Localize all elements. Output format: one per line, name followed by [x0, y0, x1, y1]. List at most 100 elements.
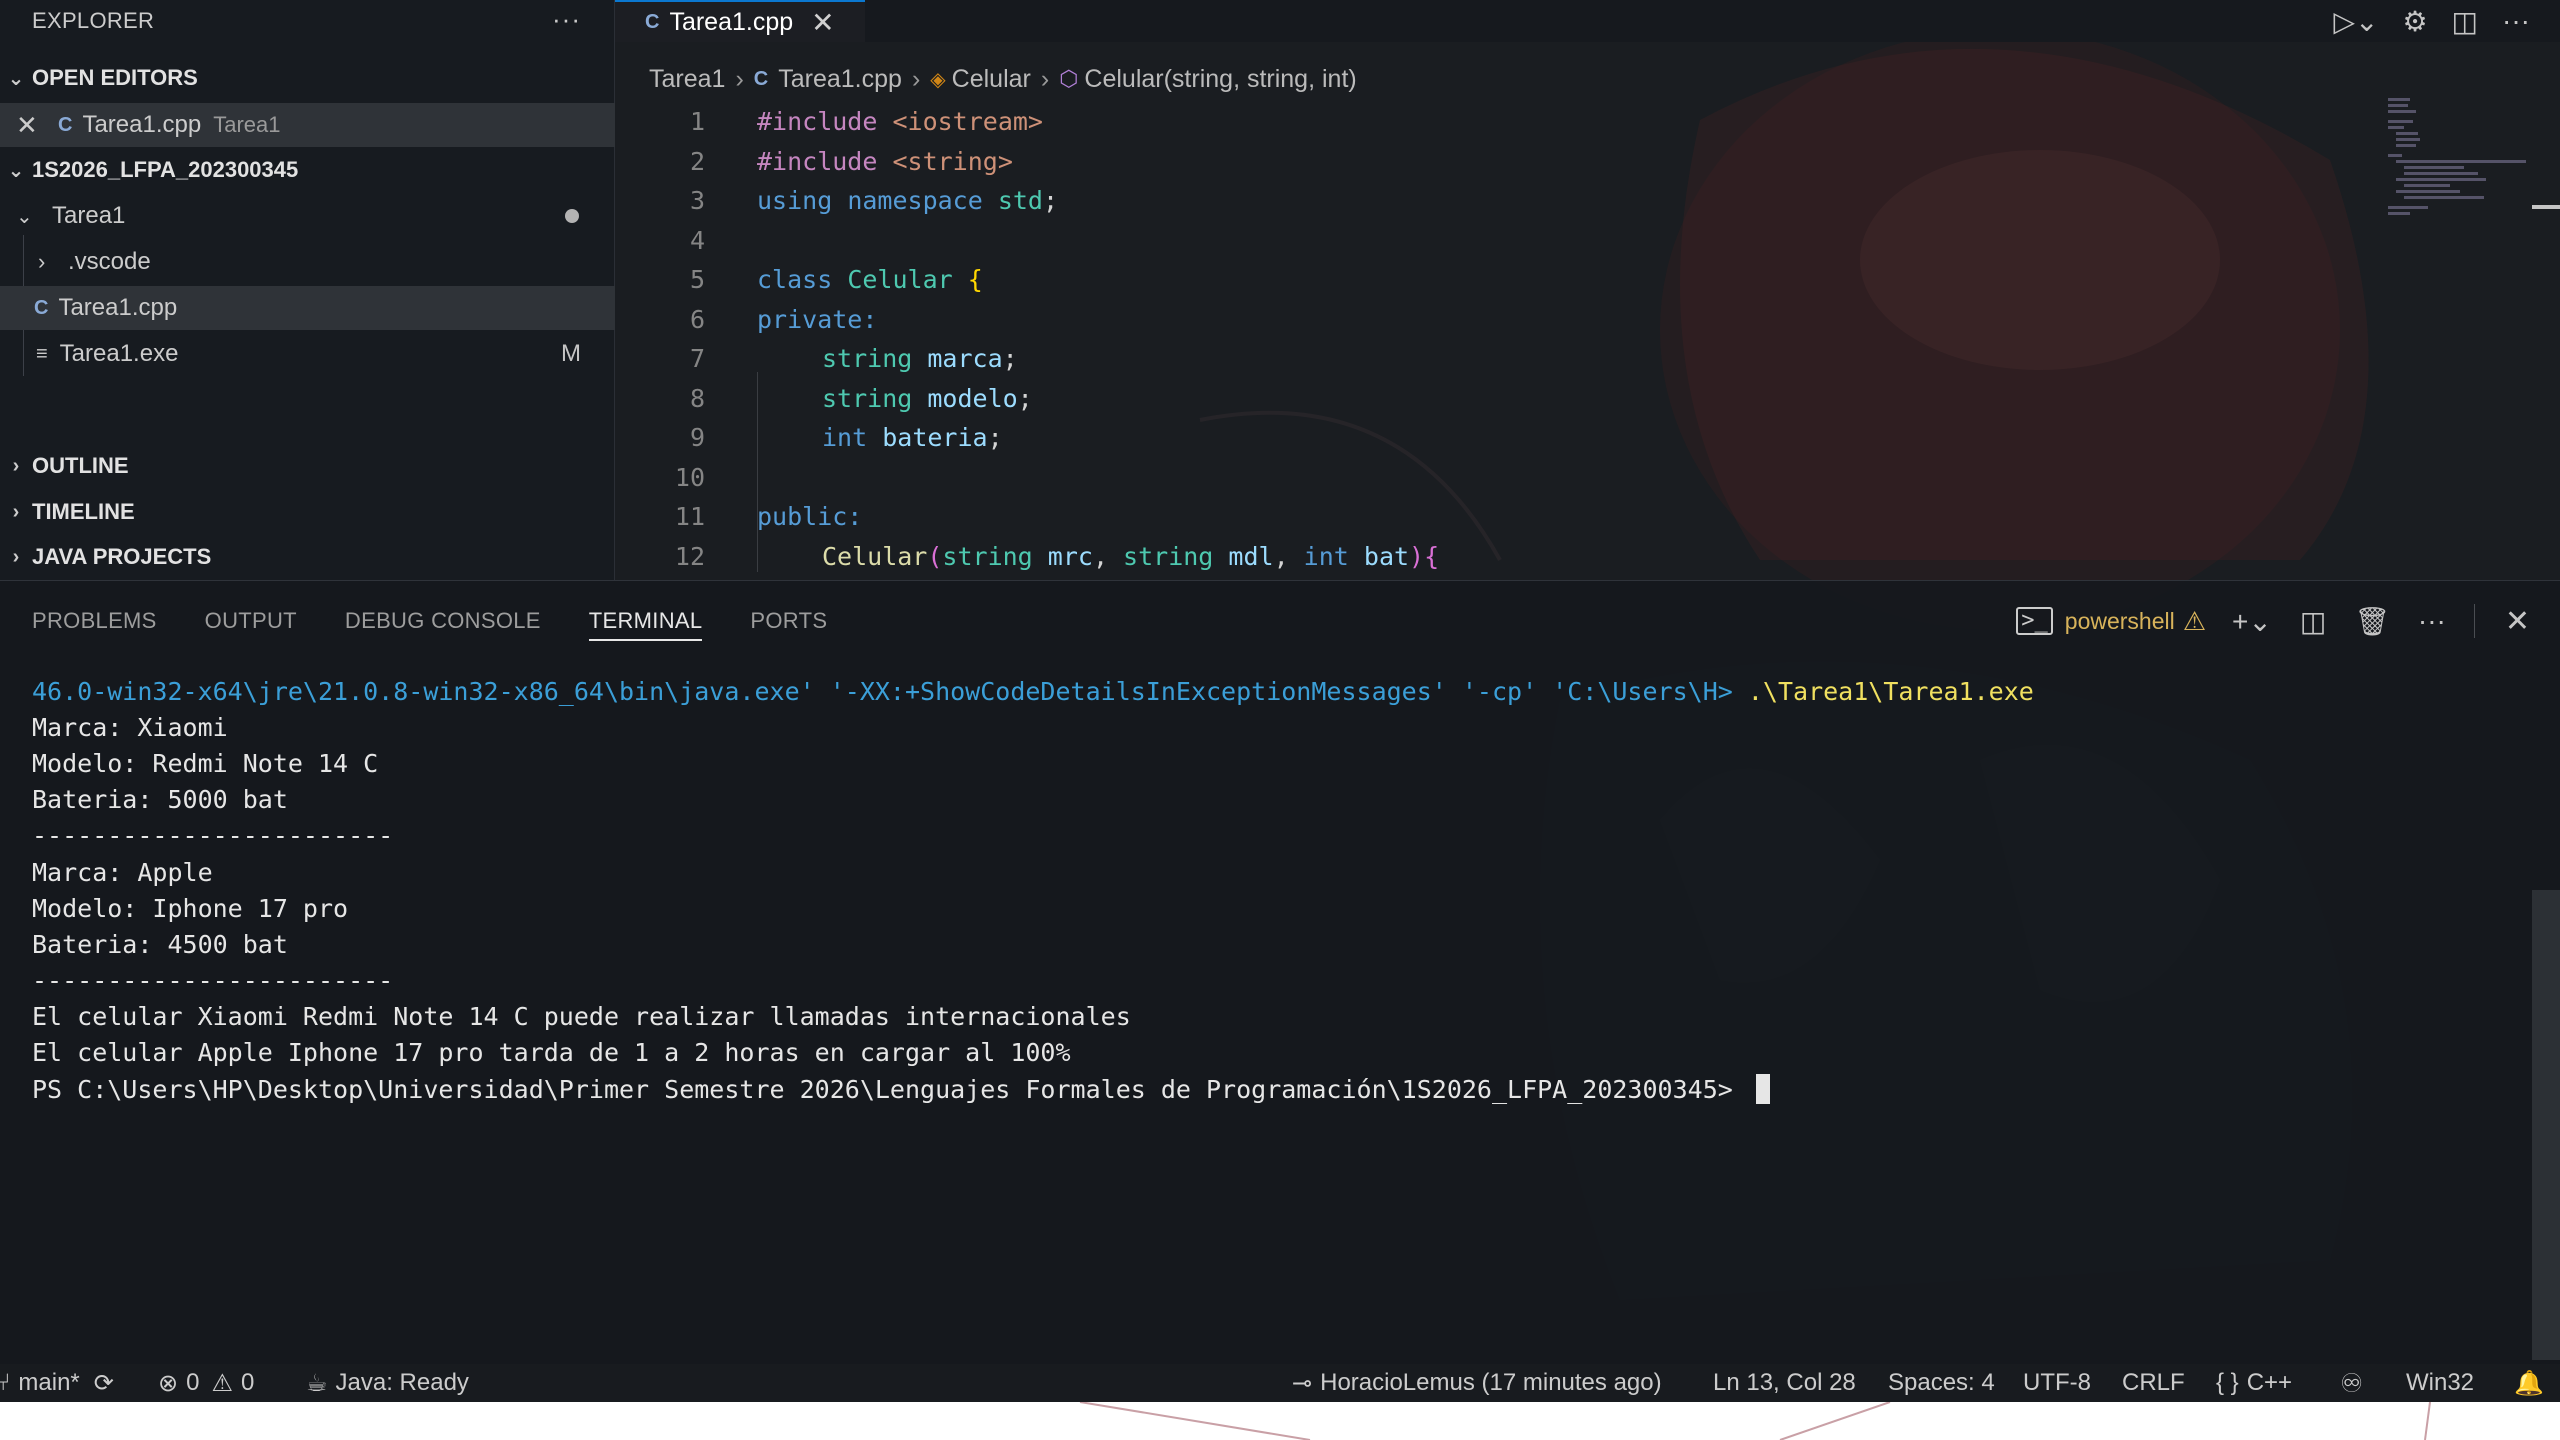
code-token: ){: [1409, 541, 1440, 571]
problems-indicator[interactable]: ⊗ 0 ⚠ 0: [158, 1369, 254, 1398]
code-token: Celular: [847, 265, 968, 295]
java-projects-header[interactable]: › JAVA PROJECTS: [0, 536, 615, 578]
gear-icon[interactable]: ⚙: [2402, 5, 2427, 38]
close-icon[interactable]: ✕: [16, 110, 38, 141]
file-exe-label: Tarea1.exe: [59, 340, 179, 367]
outline-label: OUTLINE: [32, 453, 129, 478]
commit-icon: ⊸: [1292, 1369, 1313, 1397]
terminal-line: Modelo: Iphone 17 pro: [32, 893, 349, 923]
workspace-header[interactable]: ⌄ 1S2026_LFPA_202300345: [0, 149, 615, 191]
file-tarea1-exe[interactable]: ≡ Tarea1.exe M: [0, 332, 615, 376]
more-actions-icon[interactable]: ···: [2502, 5, 2530, 37]
tab-output[interactable]: OUTPUT: [181, 581, 321, 661]
chevron-right-icon: ›: [38, 249, 46, 274]
timeline-header[interactable]: › TIMELINE: [0, 491, 615, 533]
open-editors-header[interactable]: ⌄ OPEN EDITORS: [0, 57, 615, 99]
file-tarea1-cpp[interactable]: C Tarea1.cpp: [0, 286, 615, 330]
code-editor[interactable]: 1 #include <iostream> 2 #include <string…: [615, 102, 2560, 576]
outline-header[interactable]: › OUTLINE: [0, 445, 615, 487]
code-token: Celular: [822, 541, 928, 571]
java-status-label: Java: Ready: [335, 1369, 469, 1396]
cursor-position[interactable]: Ln 13, Col 28: [1713, 1369, 1856, 1397]
panel-tabs: PROBLEMS OUTPUT DEBUG CONSOLE TERMINAL P…: [0, 581, 851, 661]
platform-label: Win32: [2406, 1369, 2475, 1396]
split-editor-icon[interactable]: ◫: [2452, 5, 2478, 38]
folder-vscode[interactable]: › .vscode: [0, 240, 615, 284]
code-token: bat: [1363, 541, 1410, 571]
panel-actions: >_ powershell ⚠ +⌄ ◫ 🗑 ··· ✕: [2016, 581, 2560, 661]
tab-debug-console[interactable]: DEBUG CONSOLE: [321, 581, 565, 661]
line-number: 1: [689, 107, 705, 137]
sync-icon[interactable]: ⟳: [94, 1369, 114, 1398]
line-number: 9: [689, 423, 705, 453]
terminal-prompt: PS C:\Users\HP\Desktop\Universidad\Prime…: [32, 1074, 1748, 1104]
open-editor-folder: Tarea1: [213, 112, 281, 137]
copilot-status[interactable]: ♾: [2340, 1368, 2371, 1399]
terminal-line: ------------------------: [32, 821, 394, 851]
indentation[interactable]: Spaces: 4: [1888, 1369, 1995, 1397]
code-token: modelo: [927, 383, 1018, 413]
java-cup-icon: ☕: [306, 1369, 328, 1397]
language-mode[interactable]: { } C++: [2216, 1369, 2292, 1397]
split-terminal-icon[interactable]: ◫: [2300, 605, 2326, 638]
more-actions-icon[interactable]: ···: [2418, 605, 2446, 637]
code-line: 2 #include <string>: [615, 142, 2415, 182]
notifications[interactable]: 🔔: [2514, 1369, 2552, 1398]
tab-label: Tarea1.cpp: [669, 7, 794, 36]
breadcrumb-file[interactable]: Tarea1.cpp: [778, 65, 902, 94]
platform[interactable]: Win32: [2406, 1369, 2474, 1397]
terminal-command: .\Tarea1\Tarea1.exe: [1747, 676, 2034, 706]
tab-tarea1-cpp[interactable]: C Tarea1.cpp ✕: [615, 0, 865, 42]
java-projects-label: JAVA PROJECTS: [32, 544, 212, 569]
run-debug-icon[interactable]: ▷⌄: [2333, 5, 2378, 38]
terminal-output[interactable]: 46.0-win32-x64\jre\21.0.8-win32-x86_64\b…: [32, 673, 2512, 1107]
code-token: mrc: [1047, 541, 1093, 571]
line-ending[interactable]: CRLF: [2122, 1369, 2185, 1397]
terminal-scrollbar[interactable]: [2532, 890, 2560, 1360]
new-terminal-icon[interactable]: +⌄: [2232, 605, 2272, 638]
workspace-label: 1S2026_LFPA_202300345: [32, 157, 299, 182]
breadcrumb: Tarea1 › C Tarea1.cpp › ◈ Celular › ⬡ Ce…: [615, 58, 2560, 100]
terminal-line: Marca: Xiaomi: [32, 712, 228, 742]
breadcrumb-method[interactable]: Celular(string, string, int): [1084, 65, 1356, 94]
trash-icon[interactable]: 🗑: [2354, 605, 2390, 638]
folder-tarea1[interactable]: ⌄ Tarea1: [0, 194, 615, 238]
code-line: 3 using namespace std;: [615, 181, 2415, 221]
code-line: 8 string modelo;: [615, 379, 2415, 419]
open-editors-label: OPEN EDITORS: [32, 65, 198, 90]
code-token: std: [997, 186, 1043, 216]
open-editor-item[interactable]: ✕ C Tarea1.cpp Tarea1: [0, 103, 615, 147]
code-token: string: [1123, 541, 1229, 571]
minimap[interactable]: [2380, 96, 2530, 226]
tab-problems[interactable]: PROBLEMS: [0, 581, 181, 661]
tab-terminal[interactable]: TERMINAL: [565, 581, 727, 661]
chevron-right-icon: ›: [1040, 64, 1050, 93]
java-status[interactable]: ☕ Java: Ready: [306, 1369, 469, 1398]
terminal-shell-selector[interactable]: >_ powershell ⚠: [2016, 606, 2206, 637]
file-cpp-label: Tarea1.cpp: [58, 294, 178, 321]
breadcrumb-folder[interactable]: Tarea1: [649, 65, 725, 94]
modified-dot-icon: [565, 209, 579, 223]
chevron-right-icon: ›: [735, 64, 744, 93]
git-branch[interactable]: ⑂ main* ⟳: [0, 1369, 122, 1398]
explorer-more-icon[interactable]: ···: [552, 4, 581, 35]
tab-ports[interactable]: PORTS: [726, 581, 851, 661]
breadcrumb-class[interactable]: Celular: [952, 65, 1031, 94]
git-blame[interactable]: ⊸ HoracioLemus (17 minutes ago): [1292, 1369, 1662, 1398]
line-number: 6: [689, 304, 705, 334]
close-icon[interactable]: ✕: [811, 6, 834, 39]
folder-label: Tarea1: [52, 202, 126, 229]
code-token: {: [967, 265, 983, 295]
close-panel-icon[interactable]: ✕: [2505, 604, 2530, 639]
encoding-label: UTF-8: [2023, 1369, 2091, 1396]
text-file-icon: ≡: [36, 342, 48, 365]
terminal-line: 46.0-win32-x64\jre\21.0.8-win32-x86_64\b…: [32, 673, 2512, 709]
status-bar: ⑂ main* ⟳ ⊗ 0 ⚠ 0 ☕ Java: Ready ⊸ Horaci…: [0, 1364, 2560, 1402]
encoding[interactable]: UTF-8: [2023, 1369, 2091, 1397]
open-editor-filename: Tarea1.cpp: [82, 111, 202, 138]
line-number: 7: [689, 344, 705, 374]
code-token: public:: [757, 502, 863, 532]
code-line: 9 int bateria;: [615, 418, 2415, 458]
code-token: bateria: [882, 423, 988, 453]
code-token: string: [822, 344, 928, 374]
